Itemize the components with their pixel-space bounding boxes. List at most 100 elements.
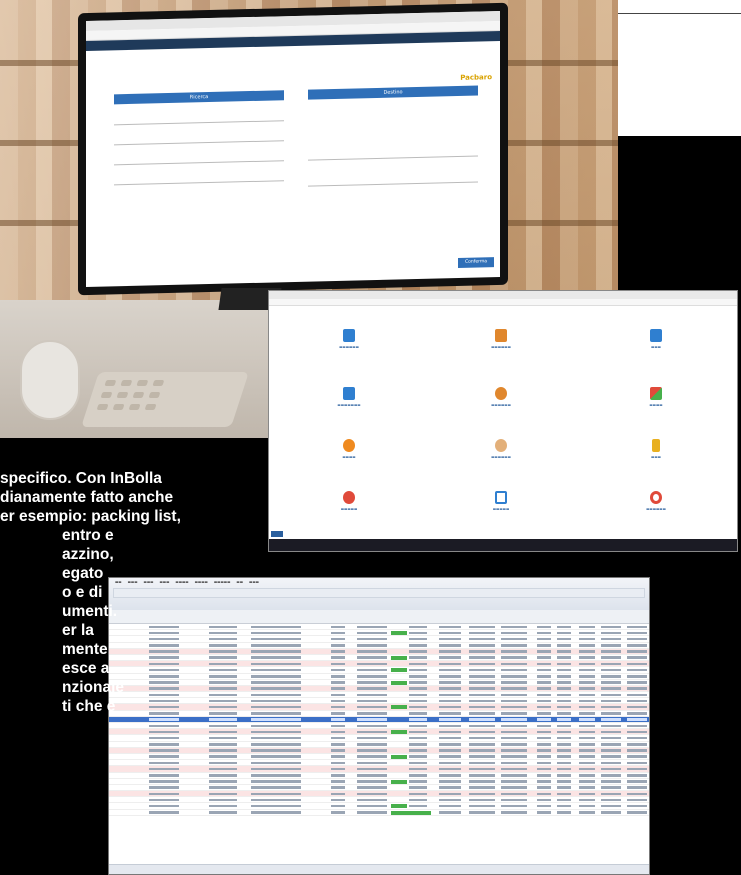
table-cell (357, 644, 387, 647)
table-cell (331, 743, 345, 746)
launcher-tile[interactable]: ▬▬▬▬ (624, 387, 688, 407)
form-field[interactable] (308, 155, 478, 161)
table-cell (501, 662, 527, 666)
table-cell (557, 699, 571, 703)
table-cell (557, 656, 571, 659)
table-cell (439, 780, 461, 783)
table-cell (537, 780, 551, 783)
launcher-tile[interactable]: ▬▬▬▬▬▬▬ (317, 387, 381, 407)
launcher-tile[interactable]: ▬▬▬▬▬ (317, 491, 381, 511)
table-cell (469, 730, 495, 734)
table-cell (469, 650, 495, 653)
table-cell (557, 687, 571, 690)
launcher-tile[interactable]: ▬▬▬ (624, 329, 688, 349)
table-cell (357, 675, 387, 678)
progress-bar (391, 655, 407, 660)
launcher-tile[interactable]: ▬▬▬▬▬▬ (317, 329, 381, 349)
table-cell (251, 780, 301, 783)
table-cell (439, 625, 461, 628)
table-cell (557, 798, 571, 802)
right-panel-header[interactable]: Destino (308, 85, 478, 100)
menu-bar: ▬▬ ▬▬▬ ▬▬▬ ▬▬▬ ▬▬▬▬ ▬▬▬▬ ▬▬▬▬▬ ▬▬ ▬▬▬ (115, 580, 259, 584)
table-cell (627, 780, 647, 783)
table-cell (251, 644, 301, 647)
table-cell (409, 705, 427, 709)
table-cell (537, 730, 551, 734)
table-cell (537, 712, 551, 715)
table-cell (627, 724, 647, 727)
confirm-button[interactable]: Conferma (458, 257, 494, 268)
browser-tabbar (269, 291, 737, 299)
corner-button[interactable] (271, 531, 283, 537)
table-cell (331, 724, 345, 727)
progress-bar (391, 810, 431, 815)
address-bar[interactable] (269, 299, 737, 306)
form-field[interactable] (114, 140, 284, 146)
table-cell (251, 681, 301, 684)
table-cell (557, 675, 571, 678)
table-cell (537, 668, 551, 672)
table-cell (469, 774, 495, 777)
table-cell (537, 681, 551, 684)
box-icon (495, 329, 507, 342)
form-field[interactable] (308, 181, 478, 187)
table-cell (501, 668, 527, 672)
table-cell (439, 675, 461, 678)
left-panel-header[interactable]: Ricerca (114, 90, 284, 105)
launcher-tile[interactable]: ▬▬▬ (624, 439, 688, 459)
table-cell (439, 668, 461, 672)
text-line: egato (62, 565, 104, 582)
table-cell (439, 749, 461, 752)
bulb-icon (652, 439, 660, 452)
table-cell (627, 637, 647, 641)
table-cell (209, 774, 237, 777)
table-cell (439, 798, 461, 802)
table-cell (149, 693, 179, 697)
table-cell (209, 804, 237, 808)
table-cell (409, 668, 427, 672)
launcher-tile[interactable]: ▬▬▬▬▬▬ (624, 491, 688, 511)
table-cell (251, 749, 301, 752)
form-field[interactable] (114, 160, 284, 166)
table-cell (209, 780, 237, 783)
table-cell (627, 743, 647, 746)
table-cell (149, 644, 179, 647)
table-cell (357, 668, 387, 672)
form-field[interactable] (114, 180, 284, 186)
table-cell (579, 724, 595, 727)
table-cell (357, 681, 387, 684)
launcher-tile[interactable]: ▬▬▬▬▬▬ (469, 329, 533, 349)
table-cell (251, 767, 301, 771)
text-line: entro e (62, 527, 114, 544)
table-cell (439, 755, 461, 758)
table-cell (557, 650, 571, 653)
progress-bar (391, 730, 407, 735)
table-cell (439, 811, 461, 814)
table-cell (557, 767, 571, 771)
table-cell (601, 780, 621, 783)
table-cell (357, 693, 387, 697)
table-cell (149, 804, 179, 808)
table-cell (501, 724, 527, 727)
table-cell (469, 625, 495, 628)
ribbon-area: ▬▬ ▬▬▬ ▬▬▬ ▬▬▬ ▬▬▬▬ ▬▬▬▬ ▬▬▬▬▬ ▬▬ ▬▬▬ (109, 578, 649, 610)
table-cell (149, 637, 179, 641)
table-cell (331, 625, 345, 628)
launcher-tile[interactable]: ▬▬▬▬ (317, 439, 381, 459)
table-cell (149, 656, 179, 659)
table-row[interactable] (109, 810, 649, 816)
table-cell (409, 687, 427, 690)
table-cell (209, 811, 237, 814)
table-cell (627, 761, 647, 765)
progress-bar (391, 631, 407, 636)
launcher-tile[interactable]: ▬▬▬▬▬ (469, 491, 533, 511)
table-cell (357, 712, 387, 715)
table-cell (149, 743, 179, 746)
table-cell (209, 625, 237, 628)
table-cell (537, 749, 551, 752)
launcher-tile[interactable]: ▬▬▬▬▬▬ (469, 439, 533, 459)
table-cell (557, 811, 571, 814)
launcher-tile[interactable]: ▬▬▬▬▬▬ (469, 387, 533, 407)
table-cell (409, 656, 427, 659)
form-field[interactable] (114, 120, 284, 126)
